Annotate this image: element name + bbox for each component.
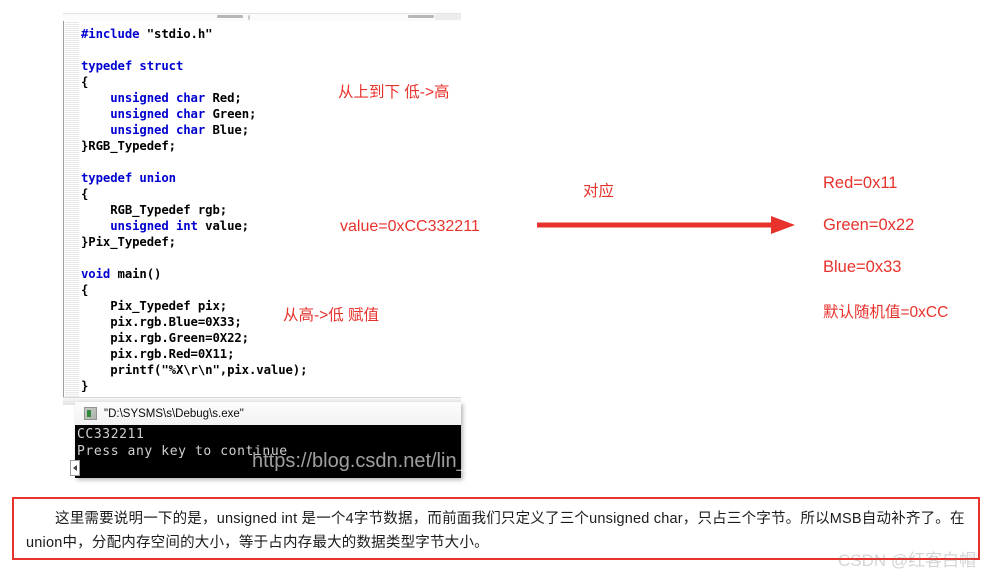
source-code-text: #include "stdio.h" typedef struct { unsig… bbox=[81, 26, 308, 394]
code-token: typedef union bbox=[81, 171, 176, 185]
code-editor-window: #include "stdio.h" typedef struct { unsig… bbox=[63, 0, 461, 405]
code-token: }Pix_Typedef; bbox=[81, 235, 176, 249]
annotation-high-to-low: 从高->低 赋值 bbox=[283, 307, 380, 324]
code-token: "stdio.h" bbox=[139, 27, 213, 41]
code-token: pix.rgb.Red=0X11; bbox=[110, 347, 235, 361]
console-window: "D:\SYSMS\s\Debug\s.exe" CC332211 Press … bbox=[70, 402, 461, 478]
toolbar-handle-right[interactable] bbox=[408, 15, 434, 18]
code-token: unsigned char bbox=[110, 91, 206, 105]
annotation-blue-value: Blue=0x33 bbox=[823, 258, 902, 276]
code-token: value; bbox=[197, 219, 249, 233]
code-token: unsigned int bbox=[110, 219, 198, 233]
code-token: pix.rgb.Blue=0X33; bbox=[110, 315, 242, 329]
code-token: pix.rgb.Green=0X22; bbox=[110, 331, 249, 345]
annotation-value-expression: value=0xCC332211 bbox=[340, 218, 480, 235]
code-token: }RGB_Typedef; bbox=[81, 139, 176, 153]
code-token: unsigned char bbox=[110, 123, 206, 137]
toolbar-right-filler bbox=[435, 14, 461, 20]
code-line: unsigned char Blue; bbox=[81, 122, 307, 138]
arrow-right-icon bbox=[537, 216, 795, 234]
code-line: RGB_Typedef rgb; bbox=[81, 202, 307, 218]
console-output-area: CC332211 Press any key to continue bbox=[75, 425, 461, 478]
annotation-top-to-bottom: 从上到下 低->高 bbox=[338, 84, 450, 101]
console-output-text: CC332211 Press any key to continue bbox=[77, 427, 288, 459]
code-line: typedef struct bbox=[81, 58, 307, 74]
code-token: void bbox=[81, 267, 111, 281]
code-line: unsigned char Red; bbox=[81, 90, 307, 106]
code-line: { bbox=[81, 186, 307, 202]
code-token: main() bbox=[110, 267, 162, 281]
annotation-correspond: 对应 bbox=[583, 183, 615, 200]
code-line: Pix_Typedef pix; bbox=[81, 298, 307, 314]
code-line: pix.rgb.Blue=0X33; bbox=[81, 314, 307, 330]
code-token: printf("%X\r\n",pix.value); bbox=[110, 363, 308, 377]
code-line: typedef union bbox=[81, 170, 307, 186]
code-token: RGB_Typedef rgb; bbox=[110, 203, 228, 217]
code-token: { bbox=[81, 187, 89, 201]
code-line: void main() bbox=[81, 266, 307, 282]
code-line: { bbox=[81, 282, 307, 298]
code-line: }Pix_Typedef; bbox=[81, 234, 307, 250]
code-token: unsigned char bbox=[110, 107, 206, 121]
code-token: typedef struct bbox=[81, 59, 184, 73]
code-token: #include bbox=[81, 27, 140, 41]
code-line: unsigned int value; bbox=[81, 218, 307, 234]
code-line: pix.rgb.Green=0X22; bbox=[81, 330, 307, 346]
annotation-msb-default-value: 默认随机值=0xCC bbox=[823, 304, 949, 321]
code-line: { bbox=[81, 74, 307, 90]
code-line: pix.rgb.Red=0X11; bbox=[81, 346, 307, 362]
code-token: Green; bbox=[205, 107, 257, 121]
code-line: } bbox=[81, 378, 307, 394]
explanation-box: 这里需要说明一下的是，unsigned int 是一个4字节数据，而前面我们只定… bbox=[12, 497, 980, 560]
console-titlebar[interactable]: "D:\SYSMS\s\Debug\s.exe" bbox=[75, 402, 461, 426]
code-token: { bbox=[81, 283, 89, 297]
annotation-green-value: Green=0x22 bbox=[823, 216, 915, 234]
code-token: Pix_Typedef pix; bbox=[110, 299, 228, 313]
code-token: } bbox=[81, 379, 89, 393]
toolbar-separator bbox=[248, 15, 250, 20]
explanation-text: 这里需要说明一下的是，unsigned int 是一个4字节数据，而前面我们只定… bbox=[26, 511, 965, 551]
toolbar-handle-left[interactable] bbox=[217, 15, 243, 18]
code-line: }RGB_Typedef; bbox=[81, 138, 307, 154]
console-title-label: "D:\SYSMS\s\Debug\s.exe" bbox=[104, 407, 244, 420]
code-editor-area[interactable]: #include "stdio.h" typedef struct { unsig… bbox=[63, 21, 461, 404]
code-token: { bbox=[81, 75, 89, 89]
console-app-icon bbox=[84, 407, 97, 420]
code-token: Blue; bbox=[205, 123, 249, 137]
scroll-left-button[interactable] bbox=[70, 460, 80, 476]
code-token: Red; bbox=[205, 91, 242, 105]
code-line: printf("%X\r\n",pix.value); bbox=[81, 362, 307, 378]
code-line: #include "stdio.h" bbox=[81, 26, 307, 42]
annotation-red-value: Red=0x11 bbox=[823, 174, 898, 192]
editor-gutter bbox=[65, 21, 80, 404]
code-line: unsigned char Green; bbox=[81, 106, 307, 122]
